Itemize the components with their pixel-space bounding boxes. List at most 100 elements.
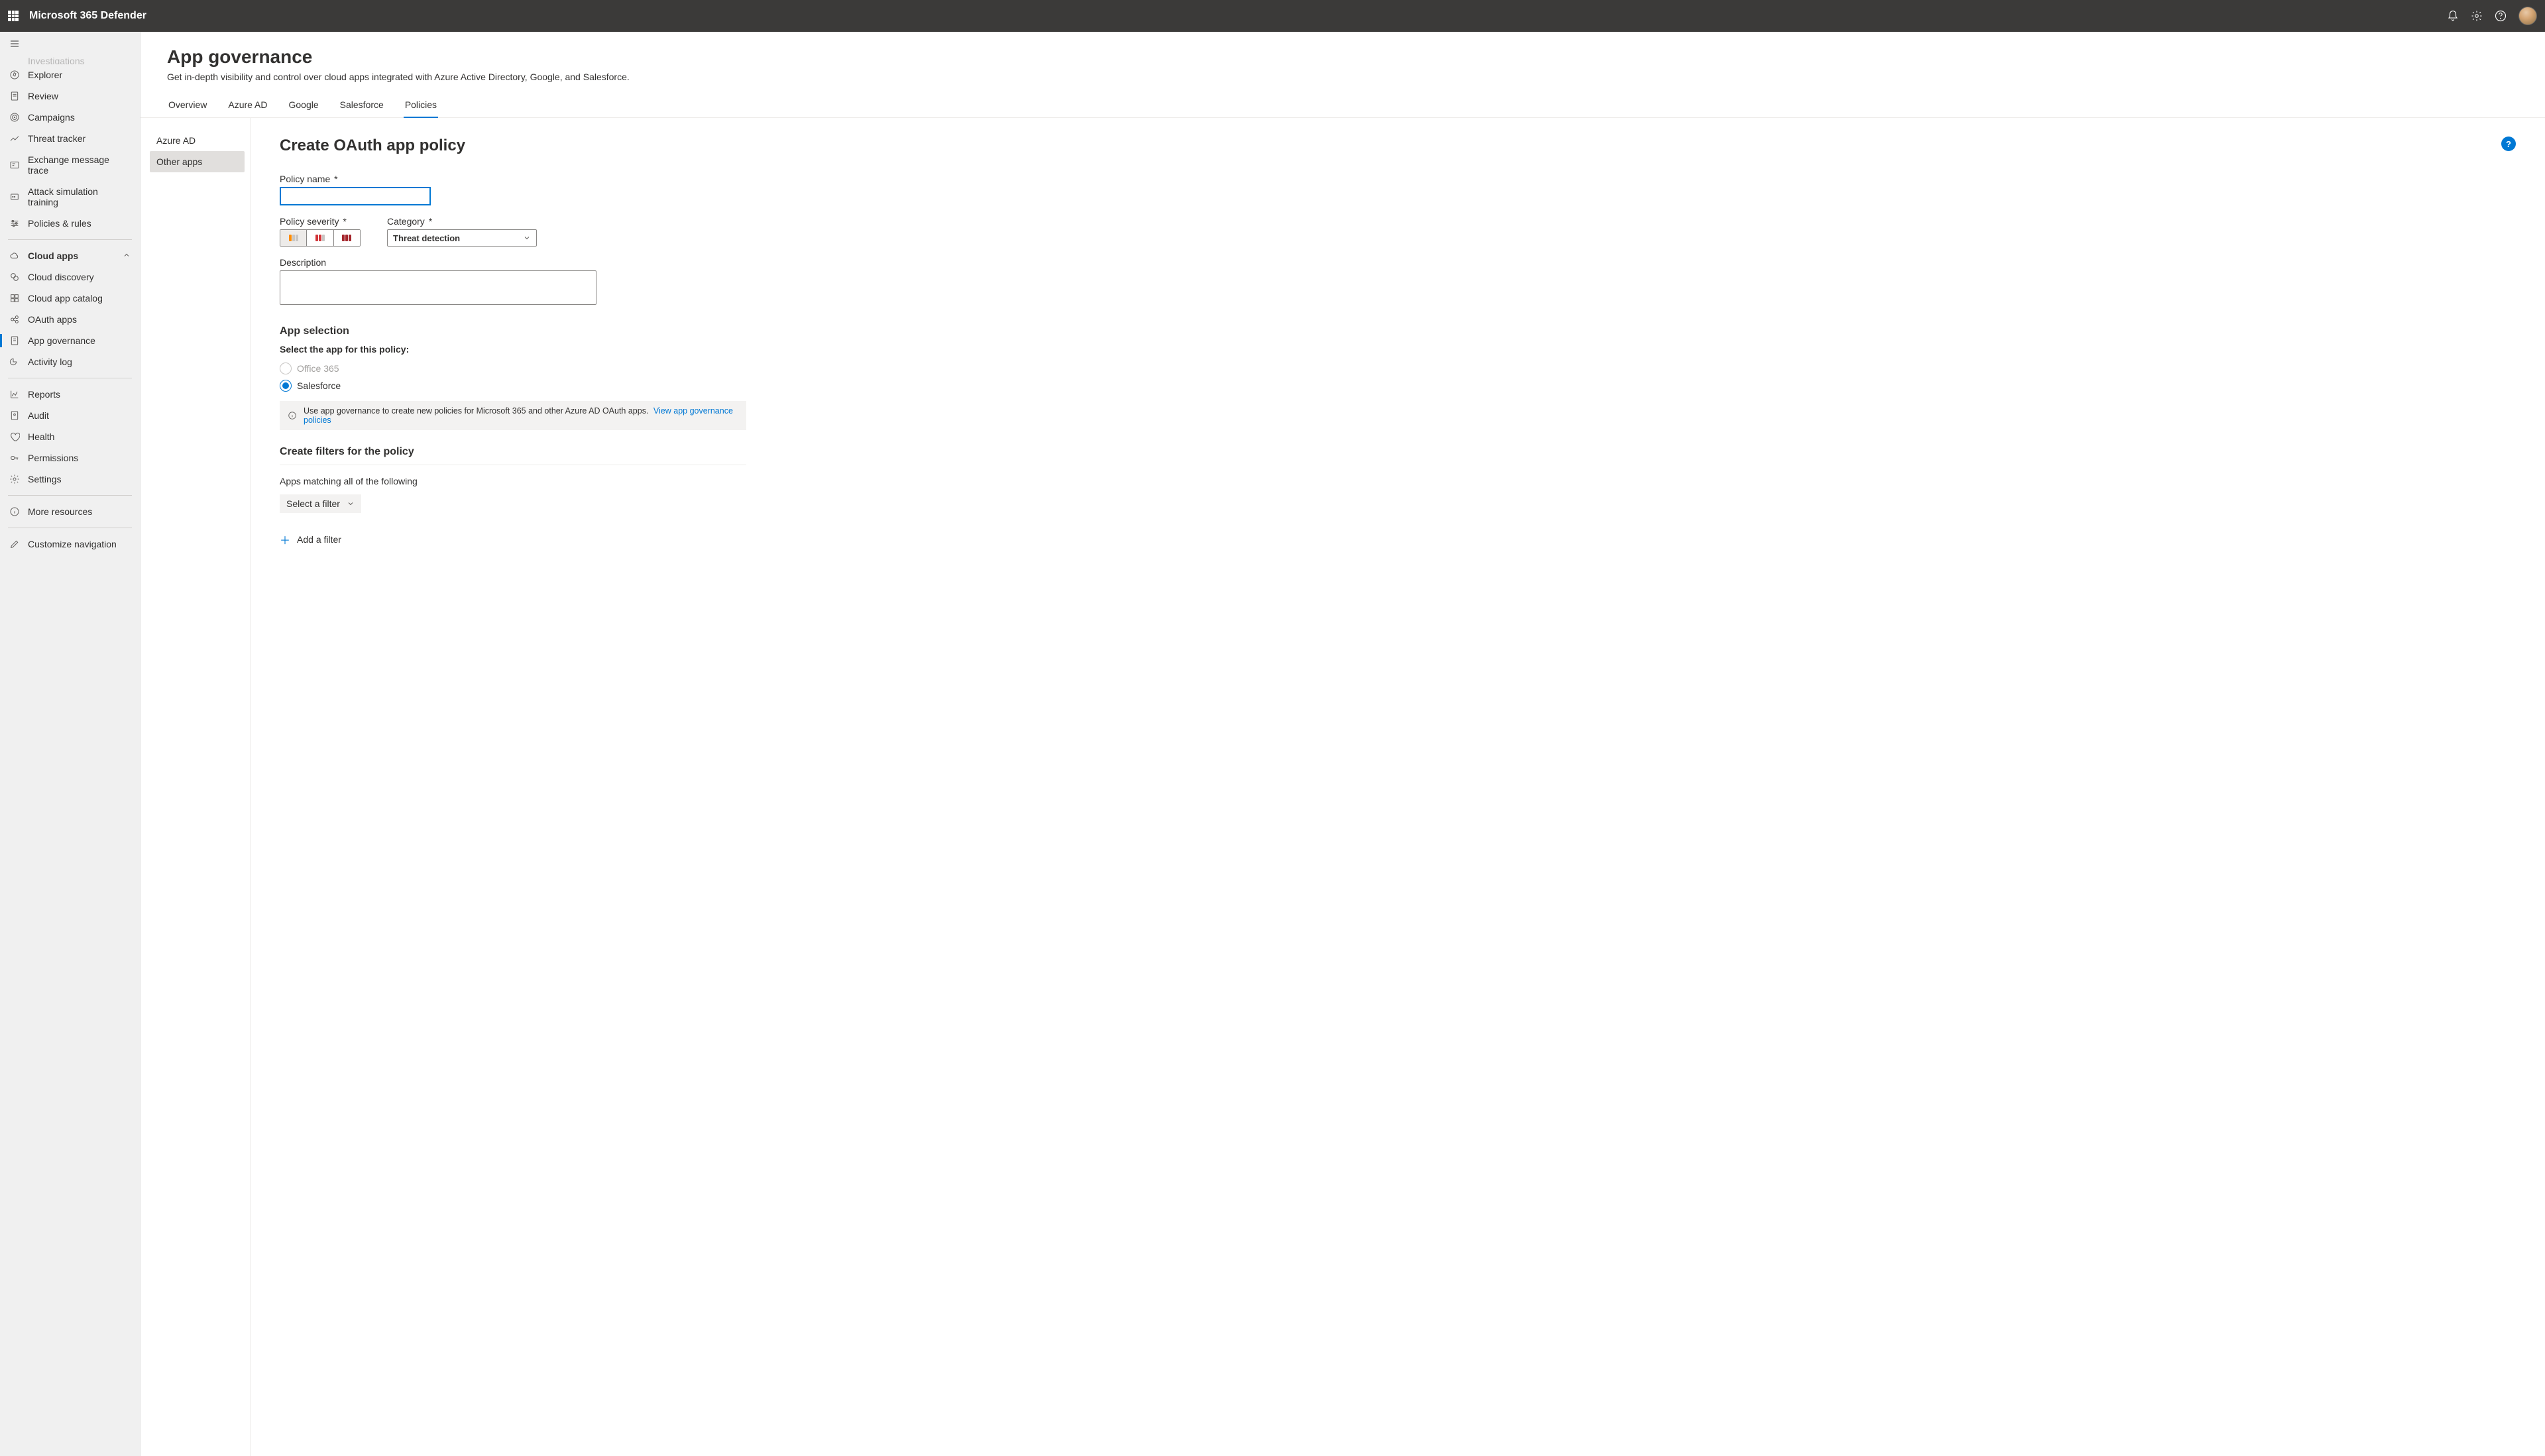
severity-low-button[interactable] [280,230,307,246]
nav-label: Review [28,91,58,101]
nav-label: Cloud apps [28,251,78,261]
app-option-salesforce[interactable]: Salesforce [280,377,2516,394]
nav-item-settings[interactable]: Settings [0,469,140,490]
navigation-sidebar: Investigations Explorer Review Campaigns… [0,32,141,1456]
nav-label: Explorer [28,70,62,80]
cloud-icon [9,251,20,261]
app-launcher-icon[interactable] [8,11,19,21]
context-help-button[interactable]: ? [2501,137,2516,151]
nav-item-explorer[interactable]: Explorer [0,64,140,85]
review-icon [9,91,20,101]
severity-high-button[interactable] [334,230,360,246]
tab-google[interactable]: Google [288,93,320,117]
collapse-nav-button[interactable] [0,32,140,58]
add-filter-button[interactable]: ＋ Add a filter [280,532,746,547]
reports-icon [9,389,20,400]
nav-label: Permissions [28,453,78,463]
nav-section-cloud-apps[interactable]: Cloud apps [0,245,140,266]
nav-item-app-governance[interactable]: App governance [0,330,140,351]
top-bar: Microsoft 365 Defender [0,0,2545,32]
app-selection-heading: App selection [280,325,2516,337]
nav-item-audit[interactable]: Audit [0,405,140,426]
nav-label: Cloud app catalog [28,293,103,304]
nav-label: App governance [28,335,95,346]
user-avatar[interactable] [2518,7,2537,25]
nav-item-threat-tracker[interactable]: Threat tracker [0,128,140,149]
page-subtitle: Get in-depth visibility and control over… [167,72,2518,82]
add-filter-label: Add a filter [297,534,341,545]
gear-icon [9,474,20,484]
nav-item-activity-log[interactable]: Activity log [0,351,140,372]
activity-icon [9,357,20,367]
nav-item-reports[interactable]: Reports [0,384,140,405]
nav-item-oauth-apps[interactable]: OAuth apps [0,309,140,330]
nav-item-campaigns[interactable]: Campaigns [0,107,140,128]
plus-icon: ＋ [280,532,290,547]
nav-item-permissions[interactable]: Permissions [0,447,140,469]
description-textarea[interactable] [280,270,596,305]
nav-item-review[interactable]: Review [0,85,140,107]
info-icon [9,506,20,517]
nav-item-cloud-app-catalog[interactable]: Cloud app catalog [0,288,140,309]
page-title: App governance [167,46,2518,68]
settings-gear-icon[interactable] [2471,10,2483,22]
nav-divider [8,239,132,240]
nav-label: OAuth apps [28,314,77,325]
nav-item-policies-rules[interactable]: Policies & rules [0,213,140,234]
chevron-down-icon [523,234,531,242]
nav-label: Settings [28,474,62,484]
tab-salesforce[interactable]: Salesforce [339,93,385,117]
governance-icon [9,335,20,346]
radio-label: Salesforce [297,380,341,391]
exchange-icon [9,160,20,170]
nav-item-customize[interactable]: Customize navigation [0,533,140,555]
nav-label: Reports [28,389,60,400]
category-value: Threat detection [393,233,460,243]
nav-item-cloud-discovery[interactable]: Cloud discovery [0,266,140,288]
nav-label: More resources [28,506,92,517]
filter-select-dropdown[interactable]: Select a filter [280,494,361,513]
chevron-up-icon [123,251,131,261]
explorer-icon [9,70,20,80]
attack-icon [9,192,20,202]
policy-name-input[interactable] [280,187,431,205]
subnav-other-apps[interactable]: Other apps [150,151,245,172]
tab-overview[interactable]: Overview [167,93,208,117]
info-text: Use app governance to create new policie… [304,406,648,416]
nav-label: Activity log [28,357,72,367]
nav-label: Policies & rules [28,218,91,229]
nav-label: Campaigns [28,112,75,123]
nav-item-health[interactable]: Health [0,426,140,447]
policy-severity-label: Policy severity * [280,216,361,227]
description-label: Description [280,257,2516,268]
nav-item-more-resources[interactable]: More resources [0,501,140,522]
nav-label: Cloud discovery [28,272,94,282]
radio-label: Office 365 [297,363,339,374]
info-banner: Use app governance to create new policie… [280,401,746,430]
notifications-icon[interactable] [2447,10,2459,22]
category-label: Category * [387,216,537,227]
subnav-azure-ad[interactable]: Azure AD [150,130,245,151]
nav-divider [8,495,132,496]
product-name: Microsoft 365 Defender [29,10,146,22]
nav-item-attack-simulation[interactable]: Attack simulation training [0,181,140,213]
catalog-icon [9,293,20,304]
nav-item-investigations[interactable]: Investigations [0,58,140,64]
nav-item-exchange-trace[interactable]: Exchange message trace [0,149,140,181]
oauth-icon [9,314,20,325]
nav-label: Investigations [28,58,85,64]
severity-selector [280,229,361,247]
tab-policies[interactable]: Policies [404,93,438,118]
policy-form: ? Create OAuth app policy Policy name * … [251,118,2545,1456]
main-content: App governance Get in-depth visibility a… [141,32,2545,1456]
tab-azure-ad[interactable]: Azure AD [227,93,268,117]
nav-label: Audit [28,410,49,421]
severity-medium-button[interactable] [307,230,333,246]
chevron-down-icon [347,500,355,508]
nav-label: Exchange message trace [28,154,131,176]
nav-label: Customize navigation [28,539,117,549]
nav-label: Health [28,431,54,442]
radio-icon [280,380,292,392]
help-icon[interactable] [2495,10,2507,22]
category-dropdown[interactable]: Threat detection [387,229,537,247]
